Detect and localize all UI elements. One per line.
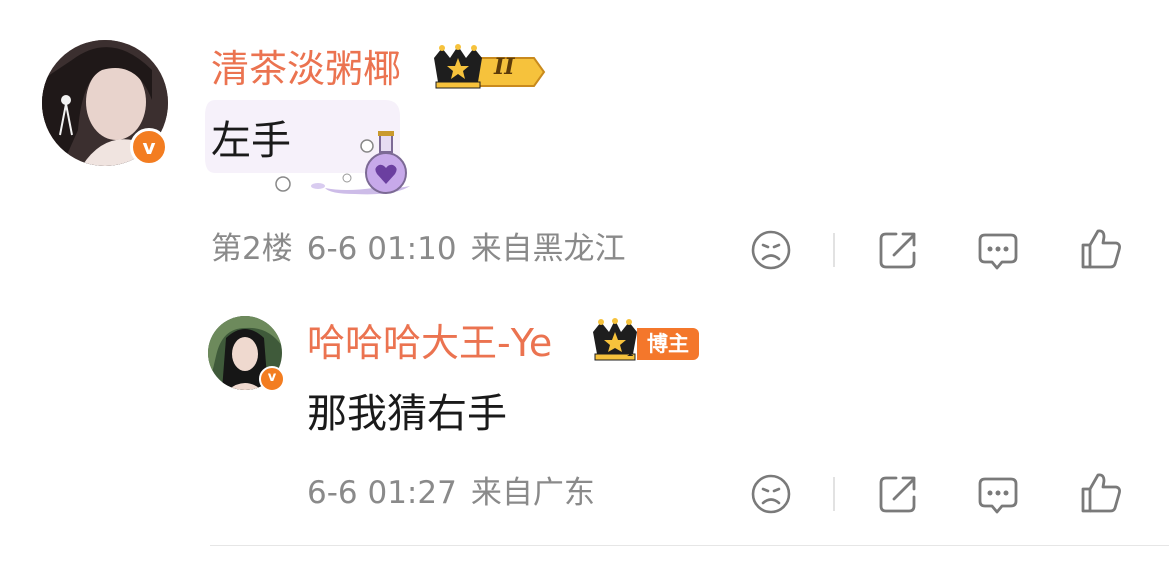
verified-badge: v	[130, 128, 168, 166]
comment-button[interactable]	[976, 228, 1020, 272]
vip-crown-badge: II	[430, 44, 546, 90]
sad-face-icon	[751, 474, 791, 514]
like-button[interactable]	[1079, 470, 1123, 514]
floor-number: 第2楼	[211, 231, 293, 267]
reply-meta: 6-6 01:27 来自广东	[307, 478, 609, 509]
comment-icon	[978, 477, 1018, 514]
comment-username[interactable]: 清茶淡粥椰	[211, 50, 401, 88]
reply-time: 6-6 01:27	[307, 475, 457, 511]
bottom-divider	[210, 545, 1169, 546]
vip-crown-badge: I	[589, 318, 641, 362]
reply-text: 那我猜右手	[307, 391, 507, 437]
crown-icon	[434, 44, 546, 89]
comment-time: 6-6 01:10	[306, 231, 457, 267]
comment-text: 左手	[211, 118, 291, 164]
like-button[interactable]	[1079, 226, 1123, 270]
like-icon	[1081, 229, 1121, 269]
share-button[interactable]	[876, 472, 920, 516]
comment-icon	[978, 233, 1018, 270]
verified-badge: v	[259, 366, 285, 392]
comment-location: 来自黑龙江	[470, 231, 626, 267]
like-icon	[1081, 473, 1121, 513]
sad-face-button[interactable]	[749, 228, 793, 272]
sad-face-button[interactable]	[749, 472, 793, 516]
share-icon	[879, 232, 916, 269]
share-button[interactable]	[876, 228, 920, 272]
comment-meta: 第2楼 6-6 01:10 来自黑龙江	[211, 234, 640, 265]
reply-username[interactable]: 哈哈哈大王-Ye	[307, 324, 552, 362]
action-divider	[833, 477, 835, 511]
sad-face-icon	[751, 230, 791, 270]
share-icon	[879, 476, 916, 513]
comment-button[interactable]	[976, 472, 1020, 516]
action-divider	[833, 233, 835, 267]
vip-level-text: II	[494, 54, 515, 80]
vip-level-text: I	[627, 344, 634, 360]
author-badge: 博主	[637, 328, 699, 360]
reply-location: 来自广东	[470, 475, 595, 511]
